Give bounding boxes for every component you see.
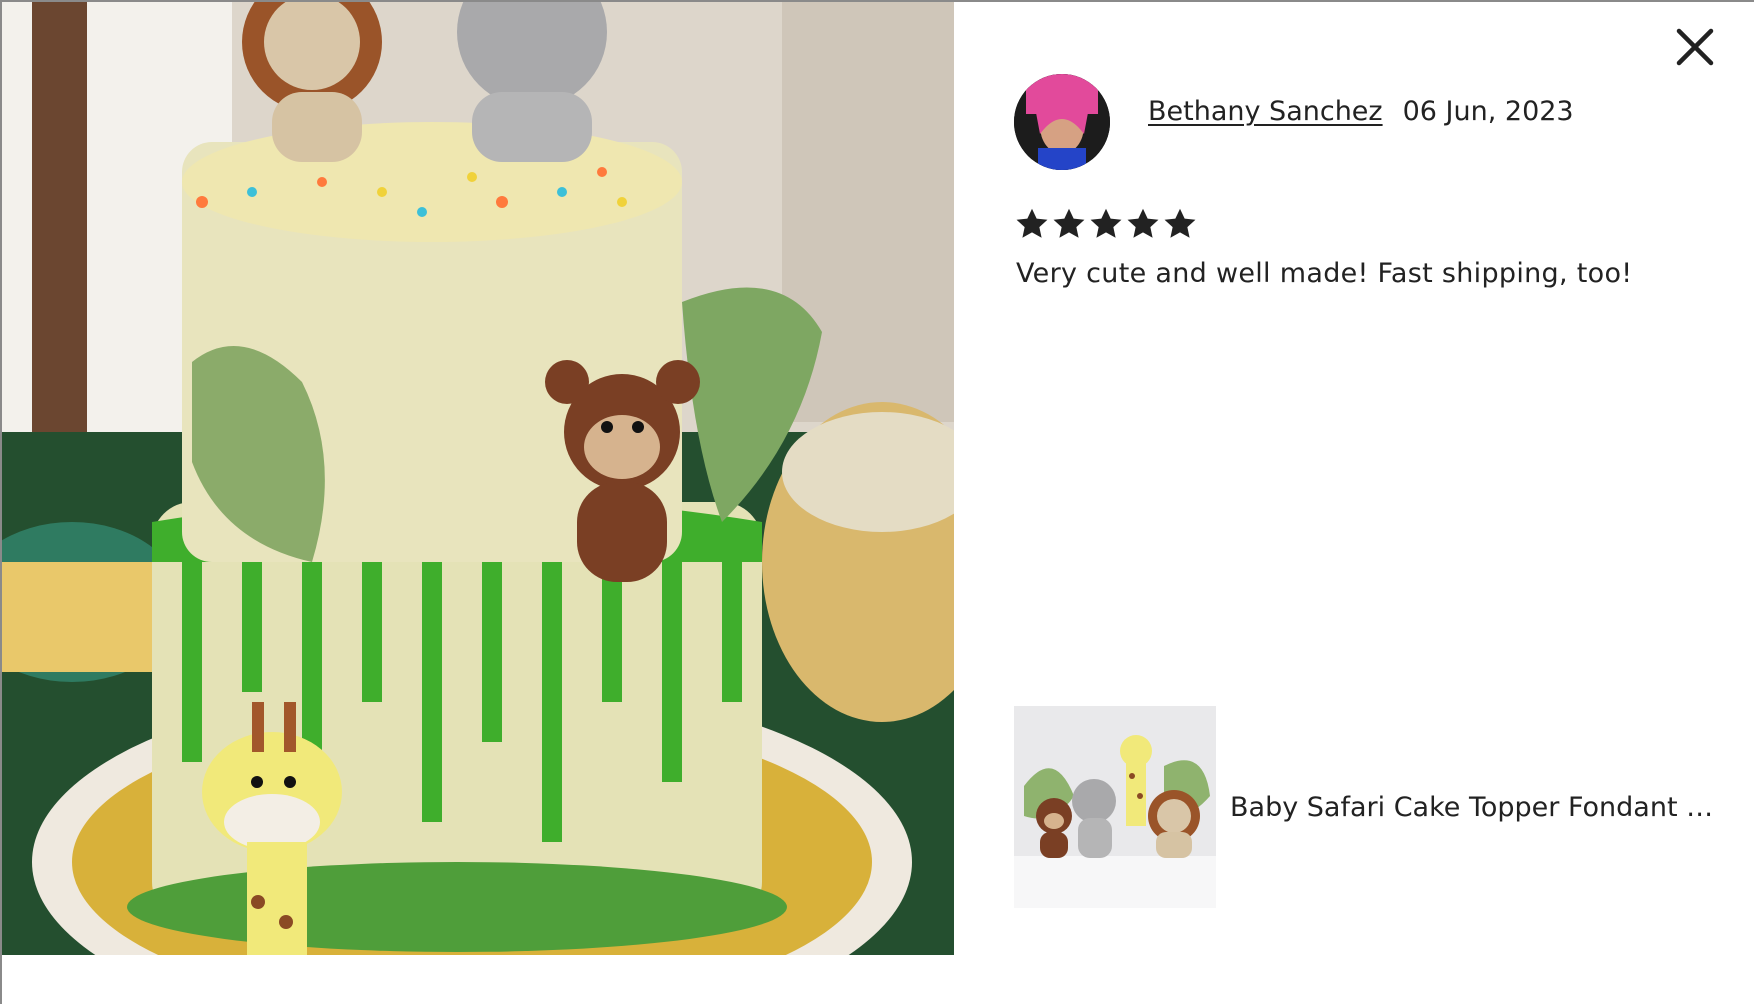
review-date: 06 Jun, 2023: [1402, 96, 1574, 127]
avatar[interactable]: [1014, 74, 1110, 170]
review-photo: [2, 2, 954, 955]
star-rating: [1014, 206, 1198, 242]
photo-bottom-strip: [2, 955, 954, 1004]
product-thumbnail[interactable]: [1014, 706, 1216, 908]
reviewer-row: Bethany Sanchez 06 Jun, 2023: [1148, 96, 1574, 127]
close-button[interactable]: [1668, 22, 1722, 76]
review-photo-modal: Bethany Sanchez 06 Jun, 2023 Very cute a…: [0, 0, 1754, 1004]
close-icon: [1675, 27, 1715, 71]
star-icon: [1016, 208, 1048, 238]
star-icon: [1053, 208, 1085, 238]
star-icon: [1090, 208, 1122, 238]
product-title[interactable]: Baby Safari Cake Topper Fondant w...: [1230, 792, 1730, 823]
review-text: Very cute and well made! Fast shipping, …: [1016, 258, 1633, 289]
star-icon: [1164, 208, 1196, 238]
product-link[interactable]: Baby Safari Cake Topper Fondant w...: [1014, 706, 1730, 908]
star-icon: [1127, 208, 1159, 238]
reviewer-name-link[interactable]: Bethany Sanchez: [1148, 96, 1383, 127]
